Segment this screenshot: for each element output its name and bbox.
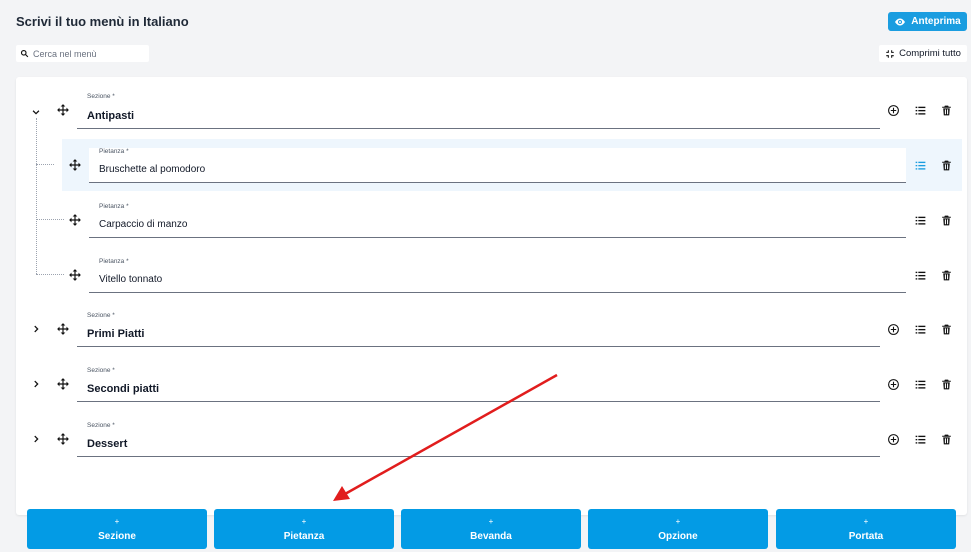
- collapse-all-button[interactable]: Comprimi tutto: [879, 45, 967, 62]
- chevron-right-icon[interactable]: [30, 433, 42, 445]
- move-icon[interactable]: [56, 322, 70, 336]
- move-icon[interactable]: [56, 432, 70, 446]
- add-dish-label: Pietanza: [283, 530, 325, 542]
- section-name: Antipasti: [87, 110, 135, 122]
- add-dish-button[interactable]: + Pietanza: [214, 509, 394, 549]
- section-name: Secondi piatti: [87, 383, 160, 395]
- add-section-label: Sezione: [98, 530, 136, 542]
- add-option-label: Opzione: [658, 530, 698, 542]
- section-field[interactable]: Sezione * Secondi piatti: [77, 367, 880, 402]
- add-circle-icon[interactable]: [886, 103, 900, 117]
- chevron-right-icon[interactable]: [30, 378, 42, 390]
- preview-button[interactable]: Anteprima: [888, 12, 967, 31]
- trash-icon[interactable]: [939, 103, 953, 117]
- list-icon[interactable]: [913, 268, 927, 282]
- plus-icon: +: [675, 516, 681, 526]
- dish-field-label: Pietanza *: [99, 258, 129, 265]
- section-field[interactable]: Sezione * Primi Piatti: [77, 312, 880, 347]
- plus-icon: +: [488, 516, 494, 526]
- eye-icon: [894, 16, 906, 28]
- section-name: Dessert: [87, 438, 128, 450]
- trash-icon[interactable]: [939, 213, 953, 227]
- move-icon[interactable]: [56, 377, 70, 391]
- add-drink-label: Bevanda: [470, 530, 512, 542]
- tree-line: [36, 118, 37, 274]
- section-field-label: Sezione *: [87, 93, 115, 100]
- dish-field[interactable]: Pietanza * Carpaccio di manzo: [89, 203, 906, 238]
- preview-button-label: Anteprima: [911, 16, 961, 27]
- tree-line: [36, 274, 64, 275]
- dish-field[interactable]: Pietanza * Bruschette al pomodoro: [89, 148, 906, 183]
- trash-icon[interactable]: [939, 158, 953, 172]
- tree-line: [36, 164, 54, 165]
- move-icon[interactable]: [56, 103, 70, 117]
- trash-icon[interactable]: [939, 322, 953, 336]
- add-drink-button[interactable]: + Bevanda: [401, 509, 581, 549]
- plus-icon: +: [863, 516, 869, 526]
- dish-field[interactable]: Pietanza * Vitello tonnato: [89, 258, 906, 293]
- move-icon[interactable]: [68, 213, 82, 227]
- add-circle-icon[interactable]: [886, 432, 900, 446]
- section-field-label: Sezione *: [87, 312, 115, 319]
- tree-line: [36, 219, 64, 220]
- search-icon: [20, 49, 29, 58]
- search-input[interactable]: [33, 48, 143, 59]
- list-icon[interactable]: [913, 432, 927, 446]
- page-title: Scrivi il tuo menù in Italiano: [16, 14, 189, 29]
- plus-icon: +: [301, 516, 307, 526]
- trash-icon[interactable]: [939, 268, 953, 282]
- plus-icon: +: [114, 516, 120, 526]
- section-field[interactable]: Sezione * Antipasti: [77, 93, 880, 129]
- dish-field-label: Pietanza *: [99, 148, 129, 155]
- dish-name: Vitello tonnato: [99, 274, 163, 285]
- list-icon[interactable]: [913, 322, 927, 336]
- collapse-icon: [885, 49, 895, 59]
- chevron-down-icon[interactable]: [30, 106, 42, 118]
- dish-name: Carpaccio di manzo: [99, 219, 188, 230]
- list-icon[interactable]: [913, 158, 927, 172]
- section-field-label: Sezione *: [87, 367, 115, 374]
- add-circle-icon[interactable]: [886, 322, 900, 336]
- dish-field-label: Pietanza *: [99, 203, 129, 210]
- collapse-all-label: Comprimi tutto: [899, 48, 961, 59]
- move-icon[interactable]: [68, 268, 82, 282]
- list-icon[interactable]: [913, 213, 927, 227]
- move-icon[interactable]: [68, 158, 82, 172]
- chevron-right-icon[interactable]: [30, 323, 42, 335]
- section-field-label: Sezione *: [87, 422, 115, 429]
- dish-name: Bruschette al pomodoro: [99, 164, 206, 175]
- add-course-label: Portata: [848, 530, 884, 542]
- section-name: Primi Piatti: [87, 328, 145, 340]
- trash-icon[interactable]: [939, 432, 953, 446]
- add-section-button[interactable]: + Sezione: [27, 509, 207, 549]
- trash-icon[interactable]: [939, 377, 953, 391]
- search-box[interactable]: [16, 45, 149, 62]
- add-course-button[interactable]: + Portata: [776, 509, 956, 549]
- section-field[interactable]: Sezione * Dessert: [77, 422, 880, 457]
- list-icon[interactable]: [913, 103, 927, 117]
- add-option-button[interactable]: + Opzione: [588, 509, 768, 549]
- add-circle-icon[interactable]: [886, 377, 900, 391]
- list-icon[interactable]: [913, 377, 927, 391]
